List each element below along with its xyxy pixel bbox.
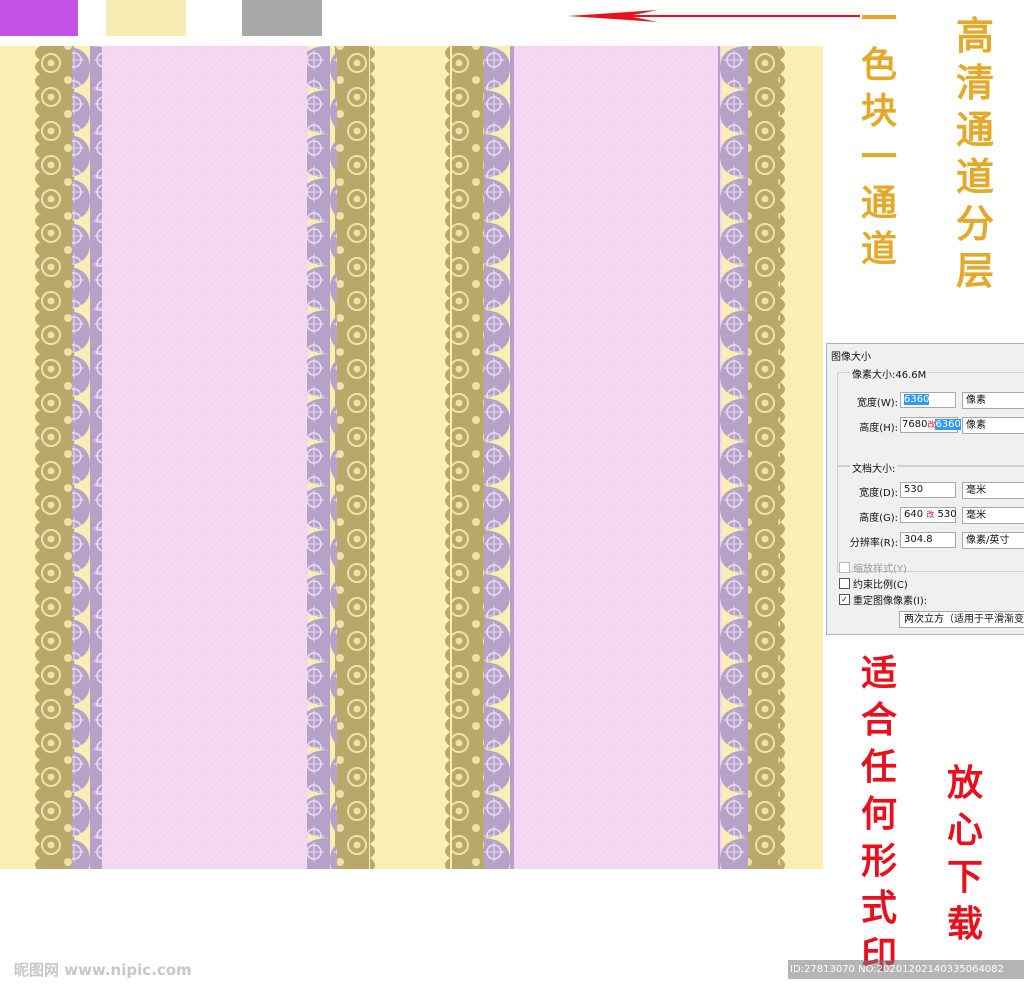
scale-styles-label: 缩放样式(Y) <box>853 564 907 575</box>
doc-width-input[interactable]: 530 <box>900 482 956 498</box>
doc-height-unit-select[interactable]: 毫米 <box>962 507 1024 524</box>
scale-styles-checkbox[interactable]: 缩放样式(Y) <box>839 560 907 575</box>
color-swatch-purple <box>0 0 78 36</box>
lace-lilac-band-1 <box>72 46 102 869</box>
doc-width-label: 宽度(D): <box>859 488 898 499</box>
resolution-value: 304.8 <box>904 534 933 545</box>
resolution-unit: 像素/英寸 <box>966 535 1010 546</box>
lace-stripe-pattern <box>0 46 823 869</box>
dialog-title: 图像大小 <box>831 352 871 363</box>
promo-color-block-text: 一色块一通道 <box>860 0 897 270</box>
doc-height-unit: 毫米 <box>966 510 986 521</box>
lace-lilac-band-2 <box>307 46 337 869</box>
left-arrow-icon <box>568 10 860 22</box>
promo-fit-print-text: 适合任何形式印 <box>860 652 897 976</box>
doc-size-label: 文档大小: <box>850 460 898 475</box>
site-watermark-logo: 昵图网 www.nipic.com <box>14 961 192 979</box>
doc-height-label: 高度(G): <box>859 513 898 524</box>
lace-lilac-band-3 <box>484 46 514 869</box>
doc-width-value: 530 <box>904 484 924 495</box>
constrain-proportions-checkbox[interactable]: 约束比例(C) <box>839 576 908 591</box>
width-input[interactable]: 6360 <box>900 392 956 408</box>
lace-gold-band-2 <box>335 46 369 869</box>
doc-height-change-mark: 改 <box>926 510 935 519</box>
doc-height-original: 640 <box>904 509 924 520</box>
height-input[interactable]: 7680改6360 <box>900 417 961 433</box>
lace-gold-band-1 <box>40 46 74 869</box>
lace-lilac-band-4 <box>718 46 748 869</box>
check-icon: ✓ <box>839 594 850 605</box>
color-swatch-gray <box>242 0 322 36</box>
doc-height-value: 530 <box>937 509 957 520</box>
doc-height-input[interactable]: 640 改 530 <box>900 507 957 523</box>
pixel-size-label: 像素大小:46.6M <box>850 366 929 381</box>
image-size-dialog: 图像大小 像素大小:46.6M 宽度(W): 6360 像素⌵ 高度(H): 7… <box>826 343 1024 635</box>
checkbox-box <box>839 578 850 589</box>
pixel-size-group: 像素大小:46.6M 宽度(W): 6360 像素⌵ 高度(H): 7680改6… <box>837 366 1024 466</box>
lace-gold-band-3 <box>452 46 486 869</box>
resample-method-select[interactable]: 两次立方（适用于平滑渐变 <box>899 611 1024 628</box>
pink-stripe-1 <box>100 46 308 869</box>
width-unit: 像素 <box>966 395 986 406</box>
resample-label: 重定图像像素(I): <box>853 596 928 607</box>
promo-download-text: 放心下载 <box>946 762 983 945</box>
doc-width-unit: 毫米 <box>966 485 986 496</box>
pink-stripe-2 <box>512 46 722 869</box>
image-id-watermark: ID:27813070 NO:20201202140335064082 <box>788 960 1024 979</box>
color-swatch-yellow <box>106 0 186 36</box>
checkbox-box <box>839 562 850 573</box>
constrain-label: 约束比例(C) <box>853 580 908 591</box>
height-value: 6360 <box>935 419 961 430</box>
lace-gold-band-4 <box>746 46 780 869</box>
promo-hd-layers-text: 高清通道分层 <box>955 13 994 293</box>
height-unit: 像素 <box>966 420 986 431</box>
height-label: 高度(H): <box>859 423 898 434</box>
height-unit-select[interactable]: 像素⌵ <box>962 417 1024 434</box>
document-size-group: 文档大小: 宽度(D): 530 毫米 高度(G): 640 改 530 毫米 … <box>837 460 1024 572</box>
height-original: 7680 <box>902 419 928 430</box>
resample-checkbox[interactable]: ✓ 重定图像像素(I): <box>839 592 927 607</box>
width-value: 6360 <box>904 394 930 405</box>
resolution-input[interactable]: 304.8 <box>900 532 956 548</box>
resolution-label: 分辨率(R): <box>849 538 898 549</box>
doc-width-unit-select[interactable]: 毫米 <box>962 482 1024 499</box>
width-unit-select[interactable]: 像素⌵ <box>962 392 1024 409</box>
width-label: 宽度(W): <box>856 398 898 409</box>
resolution-unit-select[interactable]: 像素/英寸 <box>962 532 1024 549</box>
